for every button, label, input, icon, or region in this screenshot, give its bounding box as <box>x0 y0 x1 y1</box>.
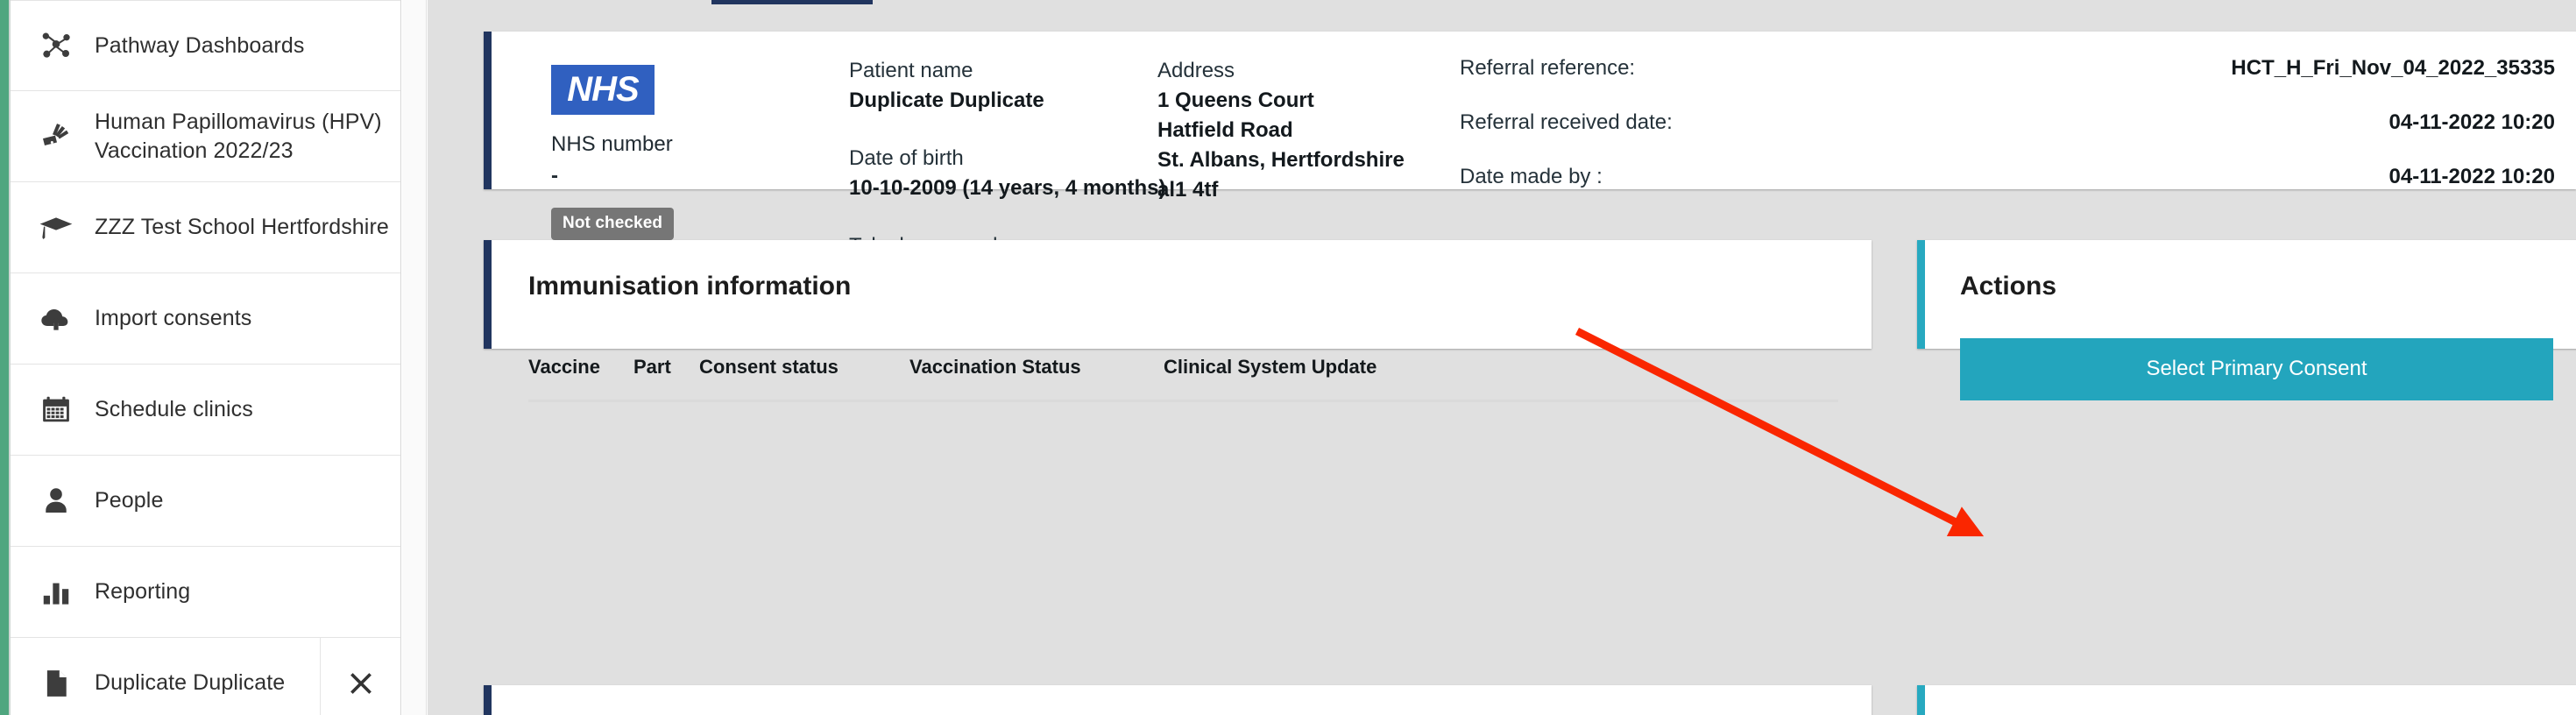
referral-row: Referral reference: HCT_H_Fri_Nov_04_202… <box>1460 56 2555 81</box>
nhs-number-label: NHS number <box>551 132 673 156</box>
immunisation-information-card: Immunisation information Vaccine Part Co… <box>484 240 1872 402</box>
actions-secondary-card: Actions <box>1917 685 2576 715</box>
network-nodes-icon <box>37 26 75 65</box>
address-line: Hatfield Road <box>1157 118 1293 142</box>
sidebar-item-label: Schedule clinics <box>95 397 253 421</box>
sidebar-item-import-consents[interactable]: Import consents <box>11 273 400 365</box>
patient-name-label: Patient name <box>849 59 973 82</box>
sidebar-item-label: Human Papillomavirus (HPV) Vaccination 2… <box>95 109 382 163</box>
sidebar-item-label: Import consents <box>95 306 252 330</box>
sidebar-item-schedule-clinics[interactable]: Schedule clinics <box>11 365 400 456</box>
patient-summary-card: NHS NHS number - Not checked Patient nam… <box>484 32 2576 287</box>
nhs-logo: NHS <box>551 65 655 115</box>
sidebar-scroll-gutter[interactable] <box>402 0 427 715</box>
patient-name-value: Duplicate Duplicate <box>849 88 1044 112</box>
address-column: Address 1 Queens Court Hatfield Road St.… <box>1157 56 1508 205</box>
referral-value: HCT_H_Fri_Nov_04_2022_35335 <box>2231 56 2555 80</box>
graduation-cap-icon <box>37 209 75 247</box>
card-accent-bar <box>484 240 492 349</box>
left-accent-rail <box>0 0 9 715</box>
referral-label: Referral reference: <box>1460 56 1636 80</box>
nhs-identity-column: NHS NHS number - Not checked <box>551 65 735 240</box>
address-label: Address <box>1157 59 1235 82</box>
status-badge: Not checked <box>551 208 675 240</box>
date-of-birth-field: Date of birth 10-10-2009 (14 years, 4 mo… <box>849 144 1200 203</box>
vaccine-fan-icon <box>37 117 75 156</box>
immunisation-table: Vaccine Part Consent status Vaccination … <box>528 356 1838 402</box>
immunisation-title: Immunisation information <box>528 272 852 301</box>
date-of-birth-label: Date of birth <box>849 146 964 170</box>
card-accent-bar <box>1917 240 1925 349</box>
column-header-consent-status: Consent status <box>699 356 909 402</box>
referral-row: Date made by : 04-11-2022 10:20 <box>1460 165 2555 189</box>
referral-value: 04-11-2022 10:20 <box>2388 110 2556 134</box>
address-line: 1 Queens Court <box>1157 88 1314 112</box>
referral-label: Referral received date: <box>1460 110 1673 134</box>
column-header-part: Part <box>633 356 699 402</box>
referral-row: Referral received date: 04-11-2022 10:20 <box>1460 110 2555 135</box>
sidebar-item-label: Pathway Dashboards <box>95 32 305 58</box>
card-accent-bar <box>484 32 492 189</box>
sidebar-item-close-button[interactable] <box>320 638 400 715</box>
nhs-number-value: - <box>551 164 558 188</box>
select-primary-consent-button[interactable]: Select Primary Consent <box>1960 338 2553 400</box>
active-tab-indicator <box>711 0 873 4</box>
address-line: al1 4tf <box>1157 178 1219 202</box>
card-accent-bar <box>484 685 492 715</box>
actions-title: Actions <box>1960 272 2057 301</box>
sidebar-item-pathway-dashboards[interactable]: Pathway Dashboards <box>11 0 400 91</box>
table-header-row: Vaccine Part Consent status Vaccination … <box>528 356 1838 402</box>
sidebar-item-label: ZZZ Test School Hertfordshire <box>95 215 389 239</box>
sidebar-item-zzz-test-school[interactable]: ZZZ Test School Hertfordshire <box>11 182 400 273</box>
main-content: NHS NHS number - Not checked Patient nam… <box>428 0 2576 715</box>
address-line: St. Albans, Hertfordshire <box>1157 148 1405 172</box>
sidebar-item-label: Reporting <box>95 579 191 604</box>
calendar-icon <box>37 391 75 429</box>
actions-card: Actions Select Primary Consent <box>1917 240 2576 400</box>
bar-chart-icon <box>37 573 75 612</box>
sidebar-item-label: Duplicate Duplicate <box>95 670 286 695</box>
column-header-vaccination-status: Vaccination Status <box>909 356 1164 402</box>
patient-name-field: Patient name Duplicate Duplicate <box>849 56 1200 116</box>
app-root: Pathway Dashboards Human Papillomavirus … <box>0 0 2576 715</box>
sidebar-item-hpv-vaccination[interactable]: Human Papillomavirus (HPV) Vaccination 2… <box>11 91 400 182</box>
referral-label: Date made by : <box>1460 165 1603 188</box>
cloud-upload-icon <box>37 300 75 338</box>
sidebar-item-duplicate-duplicate[interactable]: Duplicate Duplicate <box>11 638 400 715</box>
column-header-vaccine: Vaccine <box>528 356 633 402</box>
sidebar-item-label: People <box>95 488 164 513</box>
date-of-birth-value: 10-10-2009 (14 years, 4 months) <box>849 176 1166 200</box>
card-accent-bar <box>1917 685 1925 715</box>
immunisation-secondary-card <box>484 685 1872 715</box>
document-icon <box>37 664 75 703</box>
referral-value: 04-11-2022 10:20 <box>2388 165 2556 188</box>
column-header-clinical-system-update: Clinical System Update <box>1164 356 1838 402</box>
referral-column: Referral reference: HCT_H_Fri_Nov_04_202… <box>1460 56 2555 219</box>
sidebar-item-people[interactable]: People <box>11 456 400 547</box>
person-icon <box>37 482 75 520</box>
sidebar: Pathway Dashboards Human Papillomavirus … <box>11 0 401 715</box>
sidebar-item-reporting[interactable]: Reporting <box>11 547 400 638</box>
